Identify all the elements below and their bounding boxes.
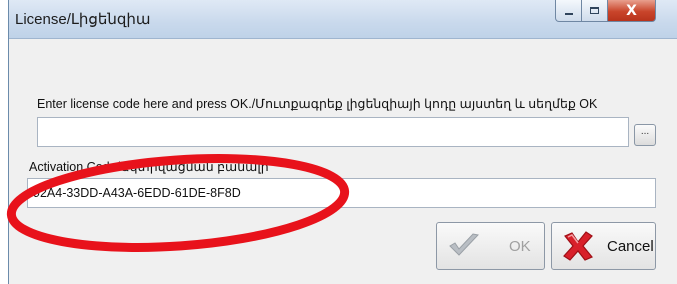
red-x-icon bbox=[560, 230, 596, 267]
ok-label: OK bbox=[509, 238, 531, 255]
browse-button[interactable]: ... bbox=[634, 124, 656, 146]
ok-button[interactable]: OK bbox=[436, 222, 545, 270]
minimize-icon bbox=[564, 12, 573, 15]
title-bar[interactable]: License/Լիցենզիա X bbox=[9, 0, 677, 39]
close-button[interactable]: X bbox=[608, 0, 656, 22]
activation-code-label: Activation Code/Ակտիվացման բանալի bbox=[29, 160, 269, 174]
cancel-label: Cancel bbox=[607, 238, 654, 255]
license-dialog: License/Լիցենզիա X Enter license code he… bbox=[8, 0, 677, 284]
checkmark-icon bbox=[447, 231, 481, 266]
activation-code-field[interactable]: 92A4-33DD-A43A-6EDD-61DE-8F8D bbox=[27, 178, 656, 208]
license-code-input[interactable] bbox=[37, 117, 629, 147]
close-icon: X bbox=[626, 2, 637, 19]
maximize-button[interactable] bbox=[582, 0, 608, 22]
window-title: License/Լիցենզիա bbox=[15, 11, 151, 28]
cancel-button[interactable]: Cancel bbox=[551, 222, 656, 270]
maximize-icon bbox=[590, 7, 599, 14]
minimize-button[interactable] bbox=[555, 0, 582, 22]
license-code-label: Enter license code here and press OK./Մո… bbox=[37, 97, 598, 111]
